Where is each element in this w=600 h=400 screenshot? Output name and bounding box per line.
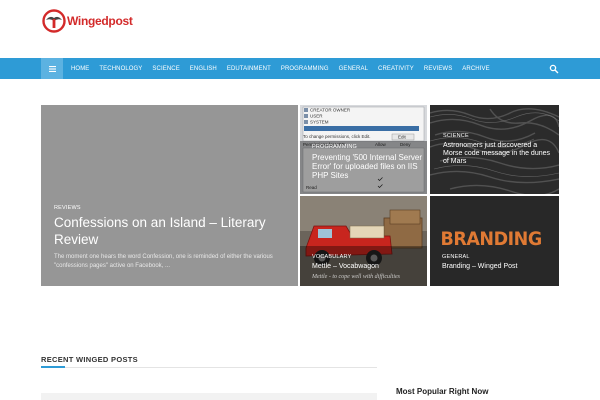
post-category[interactable]: VOCABULARY	[312, 254, 352, 260]
image-text-user: USER	[310, 114, 323, 119]
featured-post-vocab[interactable]: VOCABULARY Mettle – Vocabwagon Mettle - …	[300, 196, 427, 286]
image-text-edit: Edit	[398, 135, 407, 140]
post-category[interactable]: PROGRAMMING	[312, 144, 357, 150]
nav-item-edutainment[interactable]: EDUTAINMENT	[227, 66, 271, 72]
post-title[interactable]: Branding – Winged Post	[442, 263, 554, 271]
branding-image-word: BRANDING	[440, 228, 542, 250]
section-divider-accent	[41, 366, 65, 368]
post-title[interactable]: Preventing '500 Internal Server Error' f…	[312, 153, 424, 181]
nav-item-creativity[interactable]: CREATIVITY	[378, 66, 414, 72]
nav-item-science[interactable]: SCIENCE	[152, 66, 179, 72]
nav-item-technology[interactable]: TECHNOLOGY	[99, 66, 142, 72]
post-category[interactable]: GENERAL	[442, 254, 470, 260]
featured-post-iis[interactable]: CREATOR OWNER USER SYSTEM To change perm…	[300, 105, 427, 194]
image-text-change-permissions: To change permissions, click Edit.	[303, 134, 371, 139]
menu-toggle-button[interactable]	[41, 58, 63, 79]
post-category[interactable]: REVIEWS	[54, 205, 81, 211]
nav-item-general[interactable]: GENERAL	[339, 66, 368, 72]
site-logo[interactable]: Wingedpost	[42, 8, 133, 34]
nav-item-reviews[interactable]: REVIEWS	[424, 66, 452, 72]
post-title[interactable]: Confessions on an Island – Literary Revi…	[54, 214, 292, 249]
search-icon[interactable]	[549, 64, 559, 74]
section-divider	[41, 367, 377, 368]
hamburger-icon	[48, 65, 56, 72]
nav-item-archive[interactable]: ARCHIVE	[462, 66, 489, 72]
image-caption: Mettle - to cope well with difficulties	[312, 274, 400, 280]
section-title-recent: RECENT WINGED POSTS	[41, 355, 138, 364]
post-title[interactable]: Astronomers just discovered a Morse code…	[443, 142, 555, 166]
nav-items: HOME TECHNOLOGY SCIENCE ENGLISH EDUTAINM…	[63, 58, 490, 79]
image-text-system: SYSTEM	[310, 120, 329, 125]
red-truck-image	[300, 196, 427, 286]
site-logo-text: Wingedpost	[67, 14, 133, 28]
post-category[interactable]: SCIENCE	[443, 133, 469, 139]
featured-post-branding[interactable]: BRANDING GENERAL Branding – Winged Post	[430, 196, 559, 286]
nav-item-home[interactable]: HOME	[71, 66, 89, 72]
nav-item-programming[interactable]: PROGRAMMING	[281, 66, 329, 72]
nav-item-english[interactable]: ENGLISH	[190, 66, 217, 72]
post-title[interactable]: Mettle – Vocabwagon	[312, 263, 424, 271]
post-excerpt: The moment one hears the word Confession…	[54, 254, 273, 270]
section-title-popular: Most Popular Right Now	[396, 387, 489, 396]
winged-badge-icon	[42, 9, 66, 33]
featured-post-main[interactable]: REVIEWS Confessions on an Island – Liter…	[41, 105, 298, 286]
page: Wingedpost HOME TECHNOLOGY SCIENCE ENGLI…	[0, 0, 600, 400]
image-text-creator-owner: CREATOR OWNER	[310, 108, 351, 113]
recent-post-thumbnail[interactable]	[41, 393, 377, 400]
main-nav: HOME TECHNOLOGY SCIENCE ENGLISH EDUTAINM…	[0, 58, 600, 79]
featured-post-morse[interactable]: SCIENCE Astronomers just discovered a Mo…	[430, 105, 559, 194]
